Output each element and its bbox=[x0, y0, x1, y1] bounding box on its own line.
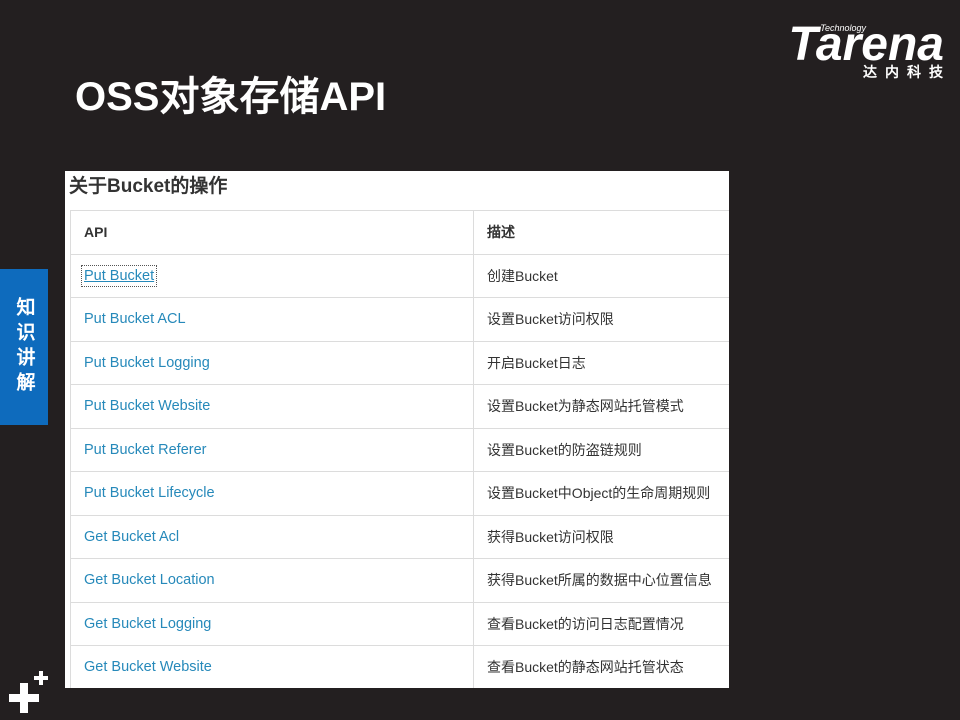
api-table: API 描述 Put Bucket 创建Bucket Put Bucket AC… bbox=[70, 210, 729, 688]
api-cell: Put Bucket Website bbox=[70, 384, 474, 429]
api-link[interactable]: Get Bucket Acl bbox=[84, 529, 179, 545]
description-cell: 设置Bucket为静态网站托管模式 bbox=[473, 384, 729, 429]
description-cell: 设置Bucket的防盗链规则 bbox=[473, 427, 729, 472]
section-tab: 知识讲解 bbox=[0, 269, 48, 425]
table-row: Put Bucket Logging 开启Bucket日志 bbox=[70, 340, 729, 385]
tarena-logo: Technology Tarena 达内科技 bbox=[760, 16, 960, 86]
table-row: Put Bucket Lifecycle 设置Bucket中Object的生命周… bbox=[70, 471, 729, 516]
plus-large-icon bbox=[9, 683, 39, 713]
api-link[interactable]: Put Bucket ACL bbox=[84, 311, 186, 327]
api-link[interactable]: Get Bucket Logging bbox=[84, 616, 211, 632]
api-link[interactable]: Put Bucket Referer bbox=[84, 442, 207, 458]
table-row: Put Bucket 创建Bucket bbox=[70, 253, 729, 298]
table-row: Get Bucket Logging 查看Bucket的访问日志配置情况 bbox=[70, 601, 729, 646]
description-cell: 创建Bucket bbox=[473, 253, 729, 298]
table-row: Put Bucket Referer 设置Bucket的防盗链规则 bbox=[70, 427, 729, 472]
panel-heading: 关于Bucket的操作 bbox=[69, 176, 228, 197]
api-cell: Get Bucket Website bbox=[70, 645, 474, 688]
api-cell: Put Bucket ACL bbox=[70, 297, 474, 342]
column-header-description: 描述 bbox=[473, 210, 729, 255]
api-cell: Put Bucket Referer bbox=[70, 427, 474, 472]
api-link[interactable]: Put Bucket Logging bbox=[84, 355, 210, 371]
api-cell: Get Bucket Acl bbox=[70, 514, 474, 559]
column-header-api: API bbox=[70, 210, 474, 255]
description-cell: 设置Bucket中Object的生命周期规则 bbox=[473, 471, 729, 516]
plus-small-icon bbox=[34, 671, 48, 685]
section-tab-label: 知识讲解 bbox=[13, 297, 35, 397]
description-cell: 获得Bucket访问权限 bbox=[473, 514, 729, 559]
api-link[interactable]: Put Bucket bbox=[80, 264, 158, 287]
plus-plus-icon bbox=[6, 668, 52, 714]
table-row: Get Bucket Acl 获得Bucket访问权限 bbox=[70, 514, 729, 559]
api-link[interactable]: Put Bucket Website bbox=[84, 398, 210, 414]
slide-title: OSS对象存储API bbox=[75, 75, 387, 119]
api-cell: Put Bucket Lifecycle bbox=[70, 471, 474, 516]
api-link[interactable]: Get Bucket Website bbox=[84, 659, 212, 675]
api-link[interactable]: Get Bucket Location bbox=[84, 572, 215, 588]
api-cell: Get Bucket Location bbox=[70, 558, 474, 603]
table-row: Put Bucket Website 设置Bucket为静态网站托管模式 bbox=[70, 384, 729, 429]
description-cell: 查看Bucket的访问日志配置情况 bbox=[473, 601, 729, 646]
api-cell: Put Bucket Logging bbox=[70, 340, 474, 385]
api-link[interactable]: Put Bucket Lifecycle bbox=[84, 485, 215, 501]
api-cell: Get Bucket Logging bbox=[70, 601, 474, 646]
description-cell: 查看Bucket的静态网站托管状态 bbox=[473, 645, 729, 688]
table-header-row: API 描述 bbox=[70, 210, 729, 255]
api-cell: Put Bucket bbox=[70, 253, 474, 298]
logo-chinese-name: 达内科技 bbox=[863, 64, 951, 80]
logo-brand-text: Tarena bbox=[788, 18, 944, 71]
description-cell: 设置Bucket访问权限 bbox=[473, 297, 729, 342]
description-cell: 获得Bucket所属的数据中心位置信息 bbox=[473, 558, 729, 603]
table-row: Put Bucket ACL 设置Bucket访问权限 bbox=[70, 297, 729, 342]
description-cell: 开启Bucket日志 bbox=[473, 340, 729, 385]
bucket-operations-panel: 关于Bucket的操作 API 描述 Put Bucket 创建Bucket P… bbox=[65, 171, 729, 688]
table-row: Get Bucket Location 获得Bucket所属的数据中心位置信息 bbox=[70, 558, 729, 603]
table-row: Get Bucket Website 查看Bucket的静态网站托管状态 bbox=[70, 645, 729, 688]
